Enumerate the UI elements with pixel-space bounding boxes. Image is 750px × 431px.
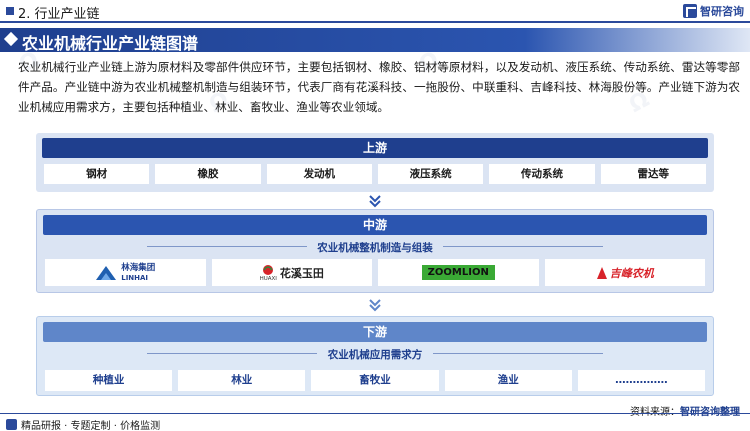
brand: 智研咨询 [683,3,744,19]
brand-name: 智研咨询 [700,5,744,18]
zoomlion-name: ZOOMLION [421,265,495,280]
midstream-subtitle-text: 农业机械整机制造与组装 [317,242,433,254]
midstream-panel: 中游 农业机械整机制造与组装 林海集团 LINHAI HUAXI 花溪玉田 ZO… [36,209,714,293]
upstream-panel: 上游 钢材 橡胶 发动机 液压系统 传动系统 雷达等 [36,133,714,192]
downstream-items: 种植业 林业 畜牧业 渔业 …………… [45,370,706,391]
linhai-logo: 林海集团 LINHAI [45,259,206,286]
upstream-item: 钢材 [44,164,150,184]
page-title: 农业机械行业产业链图谱 [22,34,199,53]
downstream-subtitle: 农业机械应用需求方 [37,347,713,362]
huaxi-logo: HUAXI 花溪玉田 [211,259,372,286]
section-label: 2. 行业产业链 [18,7,100,22]
arrow-down-icon [369,299,381,312]
jifeng-name: 吉峰农机 [609,266,654,280]
brand-small-icon [6,419,17,430]
upstream-item: 发动机 [266,164,372,184]
linhai-mark-icon [96,265,117,280]
arrow-down-icon [369,195,381,208]
zoomlion-logo: ZOOMLION [378,259,539,286]
upstream-items: 钢材 橡胶 发动机 液压系统 传动系统 雷达等 [44,164,706,184]
huaxi-mark-icon [263,264,274,275]
footer-tagline-text: 精品研报 · 专题定制 · 价格监测 [21,421,161,431]
downstream-item: 渔业 [444,370,572,391]
footer-tagline: 精品研报 · 专题定制 · 价格监测 [6,417,160,431]
title-banner: 农业机械行业产业链图谱 [0,28,750,53]
downstream-item: …………… [577,370,706,391]
description-text: 农业机械行业产业链上游为原材料及零部件供应环节，主要包括钢材、橡胶、铝材等原材料… [18,60,740,114]
upstream-item: 雷达等 [600,164,706,184]
midstream-header: 中游 [43,215,707,235]
midstream-subtitle: 农业机械整机制造与组装 [37,240,713,255]
downstream-header: 下游 [43,322,707,342]
upstream-header: 上游 [42,138,708,158]
upstream-item: 传动系统 [489,164,595,184]
section-marker-icon [6,7,14,15]
downstream-item: 畜牧业 [311,370,439,391]
downstream-item: 种植业 [45,370,173,391]
linhai-sub: LINHAI [121,273,149,282]
source-note: 资料来源：智研咨询整理 [630,403,740,418]
manufacturer-logos: 林海集团 LINHAI HUAXI 花溪玉田 ZOOMLION 吉峰农机 [45,259,705,286]
footer: 资料来源：智研咨询整理 精品研报 · 专题定制 · 价格监测 [0,407,750,431]
jifeng-mark-icon [596,266,607,279]
downstream-subtitle-text: 农业机械应用需求方 [327,349,423,361]
diamond-icon [3,31,19,47]
downstream-item: 林业 [178,370,306,391]
brand-logo-icon [683,4,697,18]
top-bar: 2. 行业产业链 智研咨询 [0,0,750,24]
jifeng-logo: 吉峰农机 [544,259,705,286]
huaxi-sub: HUAXI [259,275,277,282]
downstream-panel: 下游 农业机械应用需求方 种植业 林业 畜牧业 渔业 …………… [36,316,714,396]
top-divider [0,21,750,23]
upstream-item: 橡胶 [155,164,261,184]
huaxi-name: 花溪玉田 [279,266,324,280]
upstream-item: 液压系统 [377,164,484,184]
linhai-name: 林海集团 [121,262,156,273]
footer-divider [0,413,750,414]
